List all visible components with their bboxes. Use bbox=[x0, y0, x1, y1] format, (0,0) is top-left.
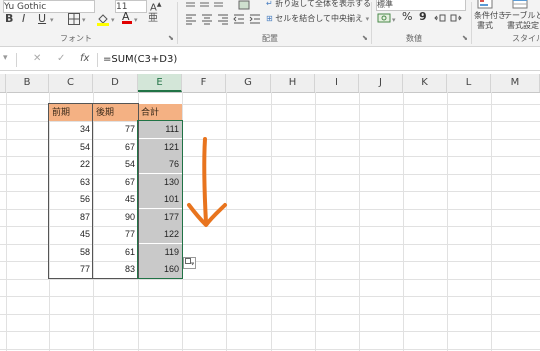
grid-line bbox=[447, 92, 448, 351]
grid-line bbox=[0, 279, 540, 280]
fill-color-icon[interactable] bbox=[96, 12, 110, 30]
font-color-dropdown-icon[interactable]: ▾ bbox=[134, 14, 138, 26]
comma-style-button[interactable]: 9 bbox=[419, 11, 427, 23]
formula-bar-divider bbox=[16, 53, 17, 67]
merge-center-label: セルを結合して中央揃え bbox=[275, 14, 364, 23]
style-group-label: スタイル bbox=[512, 34, 540, 43]
currency-icon[interactable] bbox=[377, 12, 391, 28]
increase-indent-icon[interactable] bbox=[249, 13, 261, 29]
column-header-k[interactable]: K bbox=[403, 74, 447, 92]
enter-icon[interactable]: ✓ bbox=[57, 53, 65, 64]
column-headers: B C D E F G H I J K L M bbox=[0, 74, 540, 93]
conditional-format-line1: 条件付き bbox=[474, 11, 506, 20]
formula-bar: ▾ ✕ ✓ fx =SUM(C3+D3) bbox=[0, 50, 540, 71]
border-icon[interactable] bbox=[68, 13, 80, 29]
name-box-dropdown-icon[interactable]: ▾ bbox=[3, 53, 8, 63]
alignment-group-label: 配置 bbox=[262, 34, 278, 43]
decrease-indent-icon[interactable] bbox=[233, 13, 245, 29]
formula-bar-divider bbox=[97, 53, 98, 67]
merge-center-button[interactable]: ⊞ セルを結合して中央揃え ▾ bbox=[266, 13, 369, 25]
percent-button[interactable]: % bbox=[402, 11, 412, 23]
font-name-select[interactable]: Yu Gothic bbox=[3, 0, 95, 13]
ribbon: Yu Gothic 11 A▲ B I U ▾ ▾ ▾ A ▾ 亜 フォント ⬊… bbox=[0, 0, 540, 47]
column-header-b[interactable]: B bbox=[6, 74, 49, 92]
grid-line bbox=[0, 314, 540, 315]
column-header-j[interactable]: J bbox=[359, 74, 403, 92]
column-header-f[interactable]: F bbox=[182, 74, 226, 92]
align-right-icon[interactable] bbox=[217, 13, 229, 29]
furigana-button[interactable]: 亜 bbox=[148, 13, 158, 25]
selection-border bbox=[137, 120, 183, 279]
decrease-decimal-icon[interactable] bbox=[450, 13, 462, 27]
table-border bbox=[48, 103, 139, 279]
column-header-i[interactable]: I bbox=[315, 74, 359, 92]
number-format-value: 標準 bbox=[377, 0, 393, 9]
conditional-format-line2: 書式 bbox=[477, 21, 493, 30]
increase-decimal-icon[interactable] bbox=[434, 13, 446, 27]
column-header-m[interactable]: M bbox=[491, 74, 540, 92]
ribbon-separator bbox=[471, 2, 472, 44]
font-group-label: フォント bbox=[60, 34, 92, 43]
bold-button[interactable]: B bbox=[5, 13, 13, 25]
ribbon-separator bbox=[177, 2, 178, 44]
grid-line bbox=[6, 92, 7, 351]
grid-line bbox=[0, 349, 540, 350]
column-header-c[interactable]: C bbox=[49, 74, 93, 92]
font-name-value: Yu Gothic bbox=[4, 2, 47, 12]
table-format-line1: テーブルとし bbox=[504, 11, 540, 20]
wrap-text-button[interactable]: ↵ 折り返して全体を表示する bbox=[266, 0, 371, 10]
fill-dropdown-icon[interactable]: ▾ bbox=[111, 14, 115, 26]
number-group-label: 数値 bbox=[406, 34, 422, 43]
arrow-down-icon bbox=[187, 137, 227, 227]
table-format-line2: 書式設定 bbox=[507, 21, 539, 30]
cancel-icon[interactable]: ✕ bbox=[33, 53, 41, 64]
column-header-e[interactable]: E bbox=[138, 74, 182, 92]
grid-line bbox=[491, 92, 492, 351]
align-top-icon[interactable] bbox=[185, 0, 225, 14]
column-header-g[interactable]: G bbox=[226, 74, 271, 92]
underline-button[interactable]: U bbox=[38, 13, 46, 25]
orientation-icon[interactable] bbox=[238, 0, 250, 14]
table-border bbox=[92, 104, 93, 278]
border-dropdown-icon[interactable]: ▾ bbox=[82, 14, 86, 26]
wrap-text-label: 折り返して全体を表示する bbox=[275, 0, 372, 8]
grid-line bbox=[271, 92, 272, 351]
font-color-button[interactable]: A bbox=[122, 11, 132, 24]
align-center-icon[interactable] bbox=[201, 13, 213, 29]
formula-input[interactable]: =SUM(C3+D3) bbox=[103, 54, 177, 65]
grid-line bbox=[403, 92, 404, 351]
column-header-l[interactable]: L bbox=[447, 74, 491, 92]
number-launcher-icon[interactable]: ⬊ bbox=[462, 34, 468, 42]
grid-line bbox=[0, 331, 540, 332]
column-header-h[interactable]: H bbox=[271, 74, 315, 92]
underline-dropdown-icon[interactable]: ▾ bbox=[50, 14, 54, 26]
italic-button[interactable]: I bbox=[22, 13, 25, 25]
header-cell-total[interactable]: 合計 bbox=[138, 104, 182, 121]
ribbon-separator bbox=[371, 2, 372, 44]
column-header-d[interactable]: D bbox=[93, 74, 138, 92]
grid-line bbox=[315, 92, 316, 351]
font-launcher-icon[interactable]: ⬊ bbox=[168, 34, 174, 42]
autofill-options-icon[interactable] bbox=[183, 257, 196, 269]
align-left-icon[interactable] bbox=[185, 13, 197, 29]
currency-dropdown-icon[interactable]: ▾ bbox=[392, 14, 396, 26]
grid-line bbox=[0, 296, 540, 297]
grid-line bbox=[359, 92, 360, 351]
font-color-letter: A bbox=[122, 10, 130, 23]
alignment-launcher-icon[interactable]: ⬊ bbox=[362, 34, 368, 42]
insert-function-icon[interactable]: fx bbox=[80, 53, 89, 64]
